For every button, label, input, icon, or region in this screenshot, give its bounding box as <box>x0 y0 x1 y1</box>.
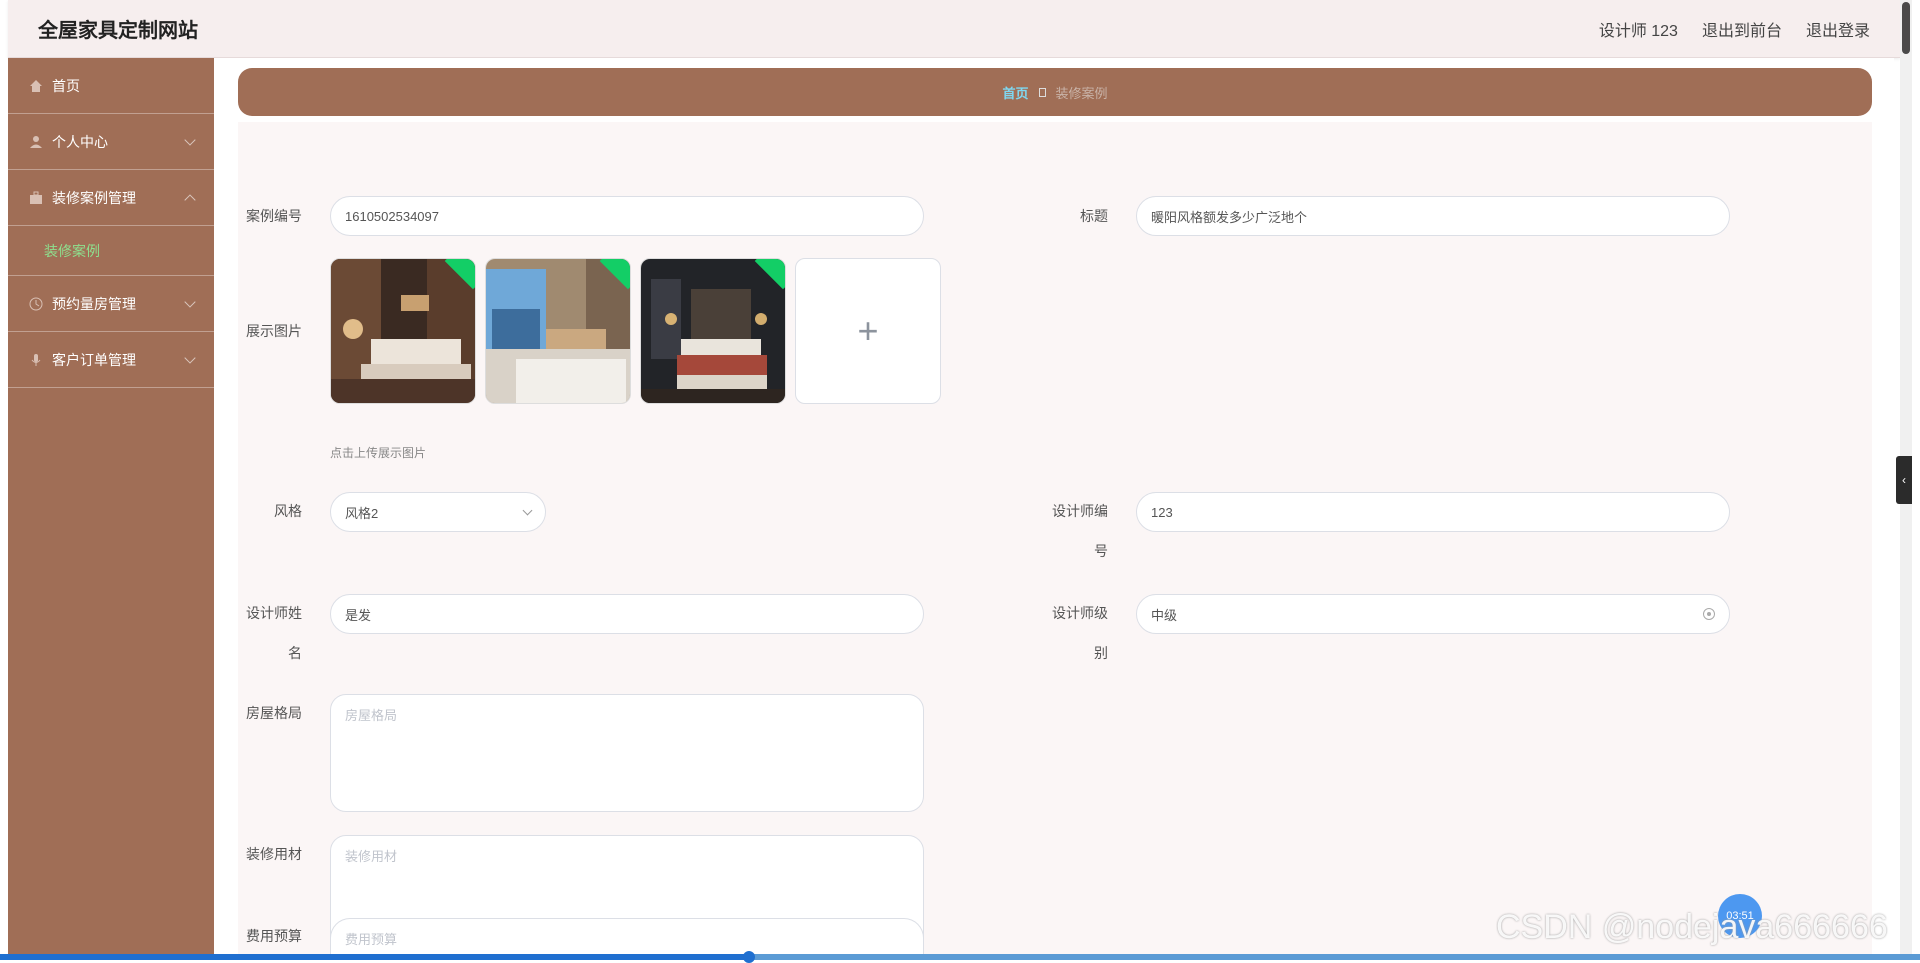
chevron-down-icon <box>184 134 196 146</box>
page-scrollbar-thumb[interactable] <box>1902 2 1910 54</box>
case-no-label: 案例编号 <box>246 208 302 224</box>
sidebar-item-label: 客户订单管理 <box>52 351 136 368</box>
sidebar-item-order-management[interactable]: 客户订单管理 <box>8 332 214 388</box>
uploaded-image-2[interactable] <box>485 258 631 404</box>
breadcrumb-home[interactable]: 首页 <box>1002 83 1028 102</box>
title-label: 标题 <box>1080 208 1108 224</box>
sidebar-item-home[interactable]: 首页 <box>8 58 214 114</box>
sidebar-subitem-label: 装修案例 <box>44 242 100 259</box>
breadcrumb-separator-icon <box>1038 87 1046 97</box>
style-select[interactable]: 风格2 <box>330 492 546 532</box>
style-select-value: 风格2 <box>345 505 379 521</box>
watermark: CSDN @nodejava666666 <box>1496 908 1888 946</box>
budget-label: 费用预算 <box>246 928 302 944</box>
chevron-up-icon <box>184 194 196 206</box>
clear-icon[interactable] <box>1703 608 1715 620</box>
top-header: 全屋家具定制网站 设计师 123 退出到前台 退出登录 <box>8 0 1900 58</box>
designer-level-label: 设计师级 <box>1052 605 1108 621</box>
add-image-button[interactable]: + <box>795 258 941 404</box>
user-icon <box>28 134 44 150</box>
sidebar-item-appointment-management[interactable]: 预约量房管理 <box>8 276 214 332</box>
main-content: 首页 装修案例 案例编号 1610502534097 标题 暖阳风格额发多少广泛… <box>214 58 1894 960</box>
designer-name-label: 设计师姓 <box>246 605 302 621</box>
video-progress-handle[interactable] <box>742 951 755 963</box>
case-no-input[interactable]: 1610502534097 <box>330 196 924 236</box>
designer-level-label-cont: 别 <box>1094 645 1108 661</box>
layout-textarea[interactable]: 房屋格局 <box>330 694 924 812</box>
style-label: 风格 <box>274 503 302 519</box>
breadcrumb: 首页 装修案例 <box>238 68 1872 116</box>
sidebar-item-label: 个人中心 <box>52 133 108 150</box>
header-actions: 设计师 123 退出到前台 退出登录 <box>1599 17 1870 41</box>
video-progress-bar[interactable] <box>0 951 1920 963</box>
designer-level-value: 中级 <box>1151 607 1178 623</box>
chevron-down-icon <box>184 296 196 308</box>
designer-level-select[interactable]: 中级 <box>1136 594 1730 634</box>
site-title: 全屋家具定制网站 <box>38 20 198 42</box>
sidebar: 首页 个人中心 装修案例管理 装修案例 预约量房管理 客户订单管理 <box>8 58 214 960</box>
back-to-front-link[interactable]: 退出到前台 <box>1702 17 1782 41</box>
designer-name-input[interactable]: 是发 <box>330 594 924 634</box>
designer-no-label-cont: 号 <box>1094 543 1108 559</box>
chevron-down-icon <box>522 505 533 516</box>
designer-name-label-cont: 名 <box>288 645 302 661</box>
chevron-down-icon <box>184 352 196 364</box>
logout-link[interactable]: 退出登录 <box>1806 17 1870 41</box>
material-placeholder: 装修用材 <box>345 849 398 864</box>
uploaded-image-3[interactable] <box>640 258 786 404</box>
clock-icon <box>28 296 44 312</box>
sidebar-item-label: 首页 <box>52 77 80 94</box>
sidebar-item-case-management[interactable]: 装修案例管理 <box>8 170 214 226</box>
budget-placeholder: 费用预算 <box>345 932 398 947</box>
sidebar-item-label: 预约量房管理 <box>52 295 136 312</box>
current-user-label[interactable]: 设计师 123 <box>1599 17 1678 41</box>
upload-hint: 点击上传展示图片 <box>330 446 427 460</box>
briefcase-icon <box>28 190 44 206</box>
sidebar-item-profile[interactable]: 个人中心 <box>8 114 214 170</box>
breadcrumb-current: 装修案例 <box>1055 85 1108 101</box>
images-label: 展示图片 <box>246 323 302 339</box>
designer-no-input[interactable]: 123 <box>1136 492 1730 532</box>
layout-label: 房屋格局 <box>246 705 302 721</box>
layout-placeholder: 房屋格局 <box>345 708 398 723</box>
case-form: 案例编号 1610502534097 标题 暖阳风格额发多少广泛地个 展示图片 <box>238 122 1872 960</box>
title-input[interactable]: 暖阳风格额发多少广泛地个 <box>1136 196 1730 236</box>
side-panel-toggle[interactable]: ‹ <box>1896 456 1912 504</box>
chevron-left-icon: ‹ <box>1902 473 1906 487</box>
home-icon <box>28 78 44 94</box>
plus-icon: + <box>857 310 879 351</box>
mic-icon <box>28 352 44 368</box>
video-progress-fill <box>0 954 749 960</box>
material-label: 装修用材 <box>246 846 302 862</box>
sidebar-item-label: 装修案例管理 <box>52 189 136 206</box>
designer-no-label: 设计师编 <box>1052 503 1108 519</box>
sidebar-subitem-cases[interactable]: 装修案例 <box>8 226 214 276</box>
uploaded-image-1[interactable] <box>330 258 476 404</box>
